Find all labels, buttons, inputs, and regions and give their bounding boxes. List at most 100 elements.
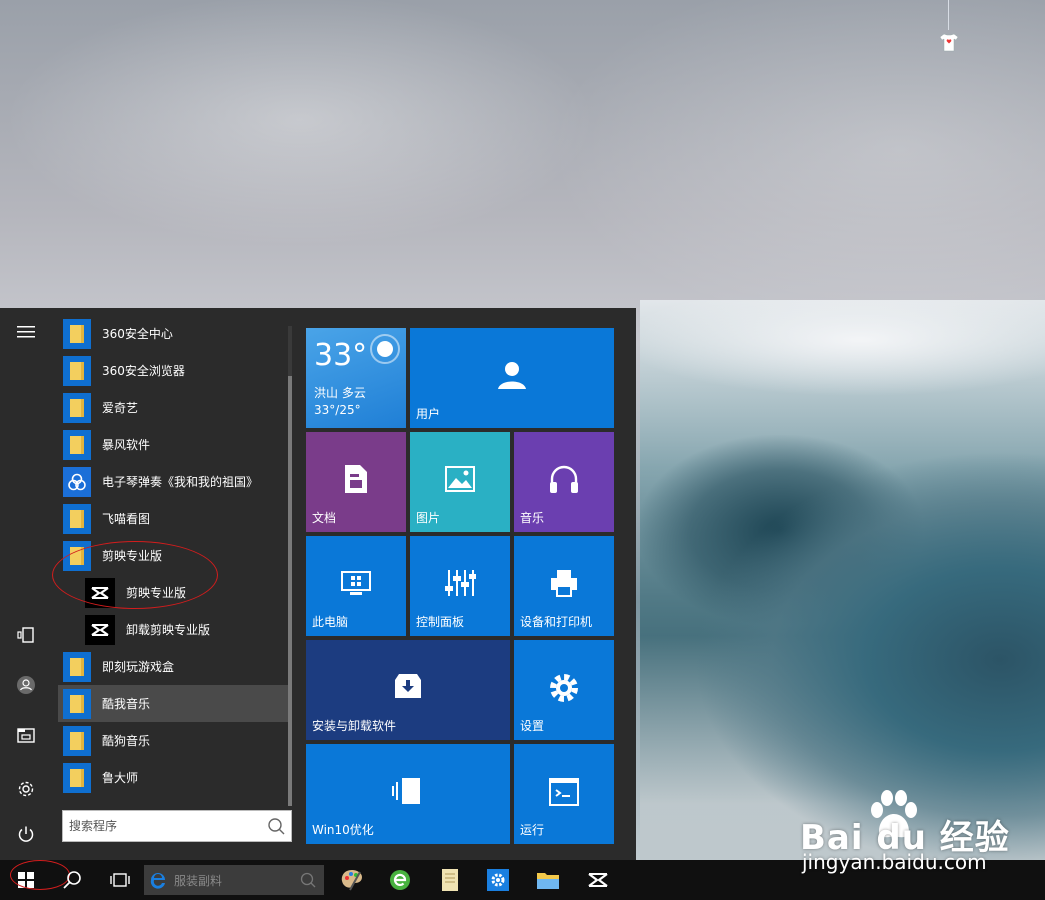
headphones-icon (514, 464, 614, 494)
list-item[interactable]: 酷我音乐 (58, 685, 288, 722)
task-view-button[interactable] (100, 860, 140, 900)
capcut-taskbar-button[interactable] (580, 860, 616, 900)
sliders-icon (410, 568, 510, 598)
tablet-mode-icon[interactable] (0, 615, 52, 655)
capcut-icon (588, 873, 608, 887)
list-item-label: 360安全浏览器 (102, 364, 185, 378)
list-item[interactable]: 鲁大师 (58, 759, 288, 796)
page-icon (306, 776, 510, 806)
user-avatar-icon[interactable] (0, 665, 52, 705)
user-tile[interactable]: 用户 (410, 328, 614, 428)
control-panel-tile[interactable]: 控制面板 (410, 536, 510, 636)
taskbar-search-text: 服装副料 (174, 873, 223, 888)
list-item[interactable]: 360安全浏览器 (58, 352, 288, 389)
tile-label: 设置 (520, 719, 545, 733)
capcut-icon (85, 577, 115, 608)
paint-palette-app[interactable] (334, 860, 370, 900)
start-button[interactable] (6, 860, 46, 900)
list-item[interactable]: 即刻玩游戏盒 (58, 648, 288, 685)
weather-temp: 33° (314, 338, 368, 373)
file-explorer-button[interactable] (530, 860, 566, 900)
program-search-input[interactable] (67, 818, 261, 834)
task-view-icon (110, 873, 130, 887)
tile-label: 安装与卸载软件 (312, 719, 397, 733)
list-item-label: 剪映专业版 (126, 586, 187, 600)
devices-printers-tile[interactable]: 设备和打印机 (514, 536, 614, 636)
cortana-search-button[interactable] (52, 860, 92, 900)
windows-logo-icon (18, 872, 34, 888)
folder-icon (63, 355, 91, 386)
app-list-scrollbar[interactable] (288, 326, 292, 806)
tshirt-icon[interactable] (937, 30, 961, 54)
list-item[interactable]: 剪映专业版 (58, 537, 288, 574)
file-explorer-icon[interactable] (0, 715, 52, 755)
gear-icon (487, 869, 509, 891)
power-icon[interactable] (0, 814, 52, 854)
tile-label: 运行 (520, 823, 545, 837)
weather-tile[interactable]: 33° 洪山 多云 33°/25° (306, 328, 406, 428)
search-icon[interactable] (267, 817, 285, 835)
settings-gear-icon[interactable] (0, 769, 52, 809)
tile-label: 此电脑 (312, 615, 349, 629)
folder-icon (63, 540, 91, 571)
tile-label: 文档 (312, 511, 337, 525)
folder-icon (63, 392, 91, 423)
folder-icon (63, 503, 91, 534)
list-item[interactable]: 电子琴弹奏《我和我的祖国》 (58, 463, 288, 500)
list-item[interactable]: 爱奇艺 (58, 389, 288, 426)
tile-label: 音乐 (520, 511, 545, 525)
green-e-icon (390, 870, 410, 890)
list-item[interactable]: 飞喵看图 (58, 500, 288, 537)
this-pc-tile[interactable]: 此电脑 (306, 536, 406, 636)
monitor-icon (306, 570, 406, 598)
program-search-box[interactable] (62, 810, 292, 842)
document-icon (306, 464, 406, 494)
piano-app-icon (63, 466, 91, 497)
list-item[interactable]: 卸载剪映专业版 (58, 611, 288, 648)
hamburger-icon[interactable] (0, 312, 52, 352)
music-tile[interactable]: 音乐 (514, 432, 614, 532)
list-item-label: 暴风软件 (102, 438, 151, 452)
ie-browser-icon (150, 873, 165, 889)
list-item[interactable]: 360安全中心 (58, 315, 288, 352)
list-item-label: 电子琴弹奏《我和我的祖国》 (102, 475, 259, 489)
weather-range: 33°/25° (314, 403, 361, 417)
list-item-label: 卸载剪映专业版 (126, 623, 211, 637)
tile-label: Win10优化 (312, 823, 374, 837)
documents-tile[interactable]: 文档 (306, 432, 406, 532)
list-item-label: 鲁大师 (102, 771, 139, 785)
folder-icon (63, 651, 91, 682)
list-item-label: 飞喵看图 (102, 512, 151, 526)
folder-icon (63, 688, 91, 719)
folder-icon (63, 725, 91, 756)
folder-icon (537, 873, 559, 889)
list-item-label: 酷我音乐 (102, 697, 151, 711)
settings-app-button[interactable] (480, 860, 516, 900)
scroll-note-icon (442, 869, 458, 891)
app-list[interactable]: 360安全中心 360安全浏览器 爱奇艺 暴风软件 电子琴弹奏《我和我的祖国》 … (58, 308, 290, 802)
wallpaper-foam (640, 300, 1045, 420)
list-item[interactable]: 暴风软件 (58, 426, 288, 463)
list-item-label: 即刻玩游戏盒 (102, 660, 175, 674)
tile-label: 用户 (416, 407, 441, 421)
weather-condition: 多云 (341, 386, 366, 400)
person-icon (410, 360, 614, 390)
taskbar-search-box[interactable]: 服装副料 (144, 865, 324, 895)
search-icon[interactable] (300, 872, 316, 888)
green-app-button[interactable] (382, 860, 418, 900)
list-item[interactable]: 剪映专业版 (58, 574, 288, 611)
install-uninstall-tile[interactable]: 安装与卸载软件 (306, 640, 510, 740)
watermark-url: jingyan.baidu.com (802, 850, 987, 874)
capcut-icon (85, 614, 115, 645)
folder-icon (63, 318, 91, 349)
tile-label: 设备和打印机 (520, 615, 593, 629)
search-icon (63, 871, 81, 889)
run-tile[interactable]: 运行 (514, 744, 614, 844)
notepad-app-button[interactable] (432, 860, 468, 900)
pictures-tile[interactable]: 图片 (410, 432, 510, 532)
palette-icon (341, 870, 362, 891)
settings-tile[interactable]: 设置 (514, 640, 614, 740)
list-item-label: 爱奇艺 (102, 401, 139, 415)
list-item[interactable]: 酷狗音乐 (58, 722, 288, 759)
win10-optimize-tile[interactable]: Win10优化 (306, 744, 510, 844)
